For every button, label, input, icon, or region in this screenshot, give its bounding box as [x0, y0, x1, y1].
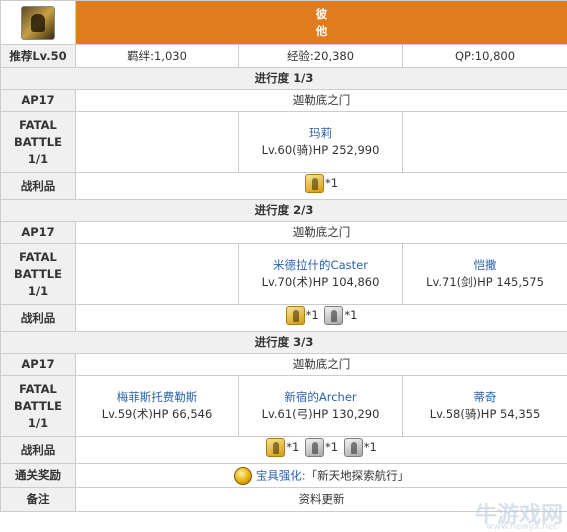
enemy-stats: Lv.59(术)HP 66,546 — [101, 407, 213, 421]
silver-material-icon[interactable] — [304, 438, 324, 457]
fatal-battle-label-2: FATAL BATTLE 1/1 — [0, 243, 76, 305]
enemy-slot-2-1 — [75, 243, 239, 305]
progress-header-1: 进行度 1/3 — [0, 67, 567, 90]
enemy-name[interactable]: 恺撒 — [405, 257, 565, 274]
enemy-stats: Lv.60(骑)HP 252,990 — [261, 143, 380, 157]
loot-cell-3: *1 *1 *1 — [75, 436, 567, 464]
loot-label-1: 战利品 — [0, 172, 76, 200]
drop-item: *1 — [304, 438, 339, 457]
clear-reward-label: 通关奖励 — [0, 463, 76, 488]
ap-cost-1: AP17 — [0, 89, 76, 112]
watermark-url: www.newyx.net — [485, 522, 557, 532]
drop-item: *1 — [304, 174, 339, 193]
noble-phantasm-icon — [233, 466, 252, 485]
clear-reward-cell: 宝具强化:「新天地探索航行」 — [75, 463, 567, 488]
ap-cost-2: AP17 — [0, 221, 76, 244]
location-2: 迦勒底之门 — [75, 221, 567, 244]
fatal-battle-label-1: FATAL BATTLE 1/1 — [0, 111, 76, 173]
location-1: 迦勒底之门 — [75, 89, 567, 112]
loot-cell-1: *1 — [75, 172, 567, 200]
drop-qty: *1 — [305, 308, 319, 322]
enemy-name[interactable]: 蒂奇 — [405, 389, 565, 406]
enemy-name[interactable]: 玛莉 — [241, 125, 400, 142]
quest-title: 彼 他 — [75, 0, 567, 45]
enemy-slot-3-1: 梅菲斯托费勒斯 Lv.59(术)HP 66,546 — [75, 375, 239, 437]
bond-value: 羁绊:1,030 — [75, 44, 239, 68]
progress-header-3: 进行度 3/3 — [0, 331, 567, 354]
note-label: 备注 — [0, 487, 76, 512]
reward-text: 「新天地探索航行」 — [305, 468, 410, 482]
gold-material-icon[interactable] — [285, 306, 305, 325]
servant-icon-cell — [0, 0, 76, 45]
servant-portrait-icon[interactable] — [21, 5, 55, 40]
enemy-slot-3-3: 蒂奇 Lv.58(骑)HP 54,355 — [402, 375, 567, 437]
drop-qty: *1 — [363, 440, 377, 454]
enemy-slot-1-1 — [75, 111, 239, 173]
enemy-slot-1-3 — [402, 111, 567, 173]
reward-prefix[interactable]: 宝具强化: — [256, 468, 306, 482]
silver-material-icon[interactable] — [324, 306, 344, 325]
loot-label-3: 战利品 — [0, 436, 76, 464]
drop-qty: *1 — [286, 440, 300, 454]
drop-item: *1 — [343, 438, 377, 457]
qp-value: QP:10,800 — [402, 44, 567, 68]
enemy-stats: Lv.70(术)HP 104,860 — [261, 275, 380, 289]
drop-qty: *1 — [324, 440, 339, 454]
drop-qty: *1 — [344, 308, 358, 322]
loot-label-2: 战利品 — [0, 304, 76, 332]
exp-value: 经验:20,380 — [238, 44, 403, 68]
enemy-name[interactable]: 新宿的Archer — [241, 389, 400, 406]
enemy-slot-3-2: 新宿的Archer Lv.61(弓)HP 130,290 — [238, 375, 403, 437]
drop-qty: *1 — [324, 176, 339, 190]
fatal-battle-label-3: FATAL BATTLE 1/1 — [0, 375, 76, 437]
drop-item: *1 — [266, 438, 299, 457]
title-line-1: 彼 — [315, 6, 328, 21]
quest-table: 彼 他 推荐Lv.50 羁绊:1,030 经验:20,380 QP:10,800… — [0, 0, 567, 512]
drop-item: *1 — [324, 306, 357, 325]
silver-material-icon[interactable] — [343, 438, 363, 457]
recommend-level: 推荐Lv.50 — [0, 44, 76, 68]
enemy-name[interactable]: 梅菲斯托费勒斯 — [78, 389, 236, 406]
enemy-stats: Lv.71(剑)HP 145,575 — [426, 275, 544, 289]
progress-header-2: 进行度 2/3 — [0, 199, 567, 222]
enemy-stats: Lv.58(骑)HP 54,355 — [429, 407, 541, 421]
ap-cost-3: AP17 — [0, 353, 76, 376]
enemy-stats: Lv.61(弓)HP 130,290 — [261, 407, 380, 421]
gold-material-icon[interactable] — [266, 438, 286, 457]
gold-material-icon[interactable] — [304, 174, 324, 193]
loot-cell-2: *1 *1 — [75, 304, 567, 332]
enemy-slot-2-3: 恺撒 Lv.71(剑)HP 145,575 — [402, 243, 567, 305]
enemy-name[interactable]: 米德拉什的Caster — [241, 257, 400, 274]
enemy-slot-1-2: 玛莉 Lv.60(骑)HP 252,990 — [238, 111, 403, 173]
title-line-2: 他 — [315, 23, 328, 38]
enemy-slot-2-2: 米德拉什的Caster Lv.70(术)HP 104,860 — [238, 243, 403, 305]
drop-item: *1 — [285, 306, 319, 325]
location-3: 迦勒底之门 — [75, 353, 567, 376]
